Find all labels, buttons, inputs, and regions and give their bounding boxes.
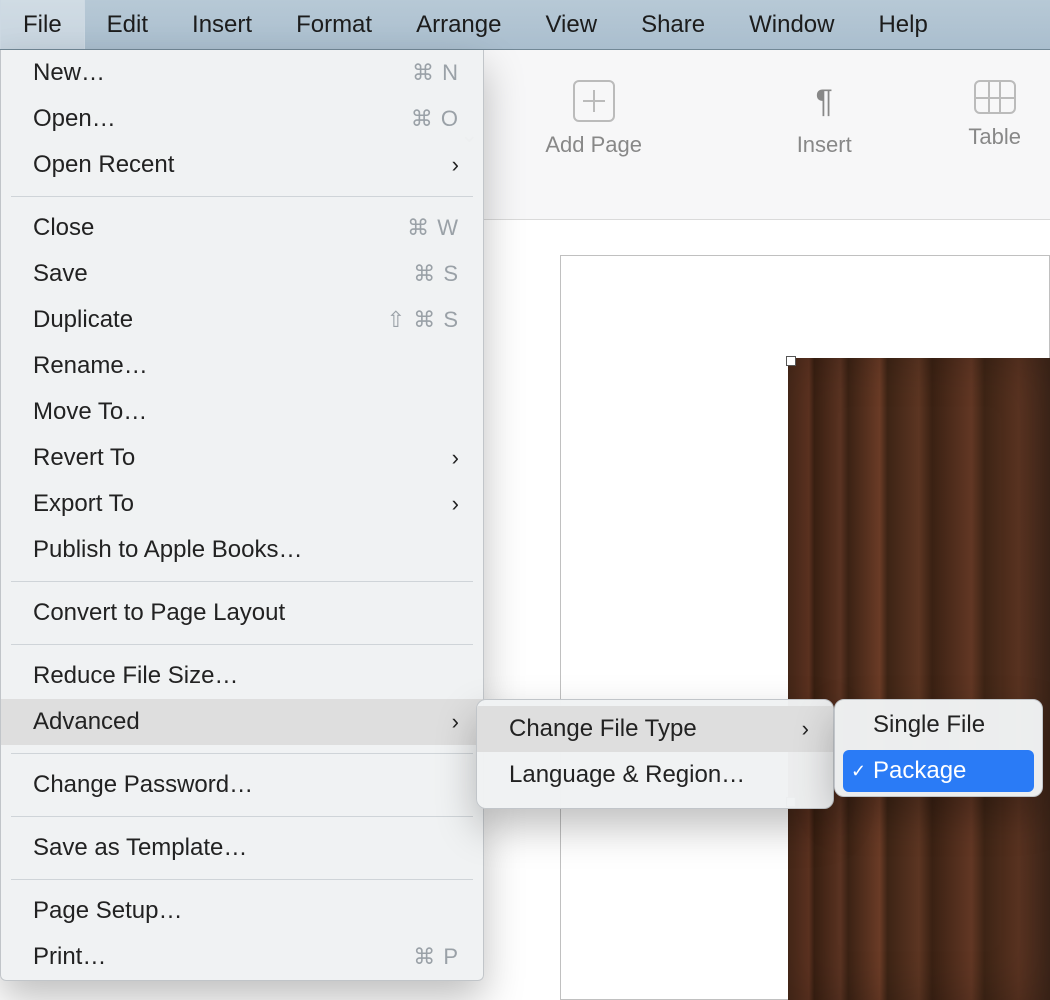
menu-item-label: Revert To [33, 444, 444, 472]
pilcrow-icon: ¶ [816, 80, 833, 122]
option-label: Single File [873, 711, 985, 739]
menu-item-label: Convert to Page Layout [33, 599, 459, 627]
menu-item-label: Publish to Apple Books… [33, 536, 459, 564]
menu-item-close[interactable]: Close ⌘ W [1, 205, 483, 251]
menu-item-change-file-type[interactable]: Change File Type › [477, 706, 833, 752]
menubar-view[interactable]: View [523, 0, 619, 49]
menu-item-page-setup[interactable]: Page Setup… [1, 888, 483, 934]
menubar-file[interactable]: File [0, 0, 85, 49]
menu-item-label: Advanced [33, 708, 444, 736]
menu-item-shortcut: ⌘ P [413, 944, 459, 970]
menu-separator [11, 196, 473, 197]
menu-item-save[interactable]: Save ⌘ S [1, 251, 483, 297]
selection-handle-top-left[interactable] [786, 356, 796, 366]
menu-item-duplicate[interactable]: Duplicate ⇧ ⌘ S [1, 297, 483, 343]
menubar-window[interactable]: Window [727, 0, 856, 49]
option-label: Package [873, 757, 966, 785]
menu-item-move-to[interactable]: Move To… [1, 389, 483, 435]
menu-item-shortcut: ⌘ O [411, 106, 459, 132]
menubar-edit[interactable]: Edit [85, 0, 170, 49]
menu-item-shortcut: ⌘ S [413, 261, 459, 287]
option-package[interactable]: ✓ Package [843, 750, 1034, 792]
advanced-submenu: Change File Type › Language & Region… [476, 699, 834, 809]
menu-item-label: Rename… [33, 352, 459, 380]
menu-separator [11, 644, 473, 645]
insert-label: Insert [797, 132, 852, 158]
menu-separator [11, 581, 473, 582]
file-type-submenu: Single File ✓ Package [834, 699, 1043, 797]
menubar-share[interactable]: Share [619, 0, 727, 49]
menu-item-export-to[interactable]: Export To › [1, 481, 483, 527]
chevron-right-icon: › [444, 491, 459, 517]
menu-separator [11, 816, 473, 817]
menu-item-label: Open Recent [33, 151, 444, 179]
menu-item-change-password[interactable]: Change Password… [1, 762, 483, 808]
menu-item-print[interactable]: Print… ⌘ P [1, 934, 483, 980]
menu-item-label: Language & Region… [509, 761, 809, 789]
menu-item-open[interactable]: Open… ⌘ O [1, 96, 483, 142]
menu-item-open-recent[interactable]: Open Recent › [1, 142, 483, 188]
menu-separator [11, 753, 473, 754]
chevron-right-icon: › [444, 445, 459, 471]
menu-item-new[interactable]: New… ⌘ N [1, 50, 483, 96]
option-single-file[interactable]: Single File [843, 704, 1034, 746]
menu-item-label: Move To… [33, 398, 459, 426]
insert-button[interactable]: ¶ Insert [769, 80, 880, 158]
add-page-label: Add Page [545, 132, 642, 158]
menubar-format[interactable]: Format [274, 0, 394, 49]
add-page-button[interactable]: Add Page [538, 80, 649, 158]
menu-item-new-shortcut: ⌘ N [412, 60, 459, 86]
menu-item-advanced[interactable]: Advanced › [1, 699, 483, 745]
menubar-arrange[interactable]: Arrange [394, 0, 523, 49]
menu-item-label: Change File Type [509, 715, 794, 743]
menu-item-new-label: New… [33, 59, 412, 87]
menu-item-shortcut: ⇧ ⌘ S [387, 307, 459, 333]
table-label: Table [968, 124, 1021, 150]
selected-image[interactable] [788, 358, 1050, 1000]
menu-item-language-region[interactable]: Language & Region… [477, 752, 833, 798]
menu-item-shortcut: ⌘ W [407, 215, 459, 241]
table-icon [974, 80, 1016, 114]
menu-item-label: Close [33, 214, 407, 242]
checkmark-icon: ✓ [851, 761, 873, 782]
menu-item-label: Open… [33, 105, 411, 133]
table-button[interactable]: Table [939, 80, 1050, 150]
menubar: File Edit Insert Format Arrange View Sha… [0, 0, 1050, 50]
file-menu: New… ⌘ N Open… ⌘ O Open Recent › Close ⌘… [0, 50, 484, 981]
menu-item-rename[interactable]: Rename… [1, 343, 483, 389]
menu-item-label: Save as Template… [33, 834, 459, 862]
menu-item-label: Page Setup… [33, 897, 459, 925]
menu-item-label: Export To [33, 490, 444, 518]
chevron-right-icon: › [794, 716, 809, 742]
menu-item-reduce-file-size[interactable]: Reduce File Size… [1, 653, 483, 699]
menu-item-label: Reduce File Size… [33, 662, 459, 690]
menu-item-publish[interactable]: Publish to Apple Books… [1, 527, 483, 573]
menu-item-label: Change Password… [33, 771, 459, 799]
plus-icon [573, 80, 615, 122]
menubar-help[interactable]: Help [856, 0, 949, 49]
menu-item-label: Duplicate [33, 306, 387, 334]
menubar-insert[interactable]: Insert [170, 0, 274, 49]
menu-item-label: Print… [33, 943, 413, 971]
chevron-right-icon: › [444, 152, 459, 178]
menu-separator [11, 879, 473, 880]
menu-item-save-as-template[interactable]: Save as Template… [1, 825, 483, 871]
menu-item-convert[interactable]: Convert to Page Layout [1, 590, 483, 636]
chevron-right-icon: › [444, 709, 459, 735]
menu-item-label: Save [33, 260, 413, 288]
menu-item-revert-to[interactable]: Revert To › [1, 435, 483, 481]
